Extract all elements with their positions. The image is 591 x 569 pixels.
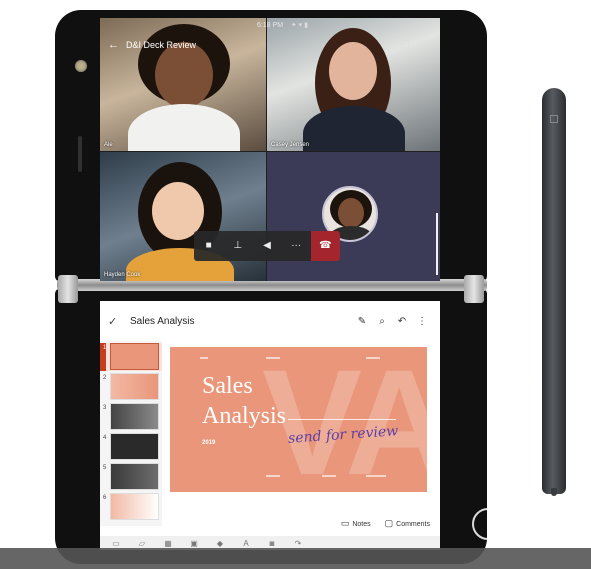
status-icons: ✦ ▾ ▮ xyxy=(290,22,308,29)
chat-icon[interactable]: ☐ xyxy=(396,40,414,51)
slide-thumbnail-panel: 1 2 3 4 5 6 + xyxy=(100,341,162,526)
more-icon[interactable]: ··· xyxy=(282,231,311,261)
thumbnail-image xyxy=(110,493,159,520)
slide-title-line: Sales xyxy=(202,373,253,399)
call-header: ← D&I Deck Review ☐ ⚇ xyxy=(100,32,440,58)
slide-deco-text xyxy=(366,357,380,359)
notes-label: Notes xyxy=(352,520,371,528)
slide-deco-text xyxy=(200,357,208,359)
back-arrow-icon[interactable]: ← xyxy=(108,39,122,51)
redo-icon[interactable]: ↷ xyxy=(292,539,304,548)
slide-number: 6 xyxy=(103,495,107,501)
folder-icon[interactable]: ▱ xyxy=(136,539,148,548)
ppt-header: ✓ Sales Analysis ✎ ⌕ ↶ ⋮ xyxy=(100,301,440,341)
microphone-icon[interactable]: ⊥ xyxy=(223,231,252,261)
video-tile-3[interactable]: Hayden Cook xyxy=(100,152,266,281)
hang-up-icon[interactable]: ☎ xyxy=(310,231,341,261)
notes-button[interactable]: ▭ Notes xyxy=(341,518,371,529)
meeting-title: D&I Deck Review xyxy=(126,40,197,50)
pen-logo xyxy=(550,115,558,123)
participant-name: Ale xyxy=(104,142,113,148)
bottom-shadow xyxy=(0,548,591,569)
textbox-icon[interactable]: A xyxy=(240,539,252,548)
speaker-icon[interactable]: ◀ xyxy=(252,231,281,261)
hinge-right-block xyxy=(464,275,484,303)
search-icon[interactable]: ⌕ xyxy=(372,316,392,327)
watermark-text: 极果 xyxy=(508,514,553,539)
pen-draw-icon[interactable]: ✎ xyxy=(352,316,372,327)
done-check-icon[interactable]: ✓ xyxy=(108,315,130,328)
side-button xyxy=(78,136,82,172)
participant-name: Casey Jensen xyxy=(271,142,310,148)
thumbnail-image xyxy=(110,433,159,460)
product-photo: Ale Casey Jensen Hayden Cook 6:18 PM ✦ ▾… xyxy=(0,0,591,569)
slide-thumbnail[interactable]: 5 xyxy=(100,463,162,491)
slide-thumbnail[interactable]: 3 xyxy=(100,403,162,431)
slide-actions: ▭ Notes ▢ Comments xyxy=(162,513,440,533)
comment-icon: ▢ xyxy=(384,517,394,528)
thumbnail-image xyxy=(110,373,159,400)
comments-label: Comments xyxy=(396,520,430,528)
slide-canvas[interactable]: VA Sales Analysis 2019 send for review xyxy=(170,347,427,492)
hinge-left-block xyxy=(58,275,78,303)
document-title: Sales Analysis xyxy=(130,315,195,327)
thumbnail-image xyxy=(110,463,159,490)
slide-number: 4 xyxy=(103,435,107,441)
body-shape xyxy=(128,104,240,151)
picture-icon[interactable]: ▣ xyxy=(188,539,200,548)
surface-pen xyxy=(542,88,566,494)
watermark: 极果 xyxy=(472,508,552,540)
slide-title: Sales Analysis xyxy=(202,371,286,431)
participants-icon[interactable]: ⚇ xyxy=(414,40,432,51)
powerpoint-screen: ✓ Sales Analysis ✎ ⌕ ↶ ⋮ 1 2 3 4 5 6 VA … xyxy=(100,301,440,550)
watermark-subtext: JIGUO.COM xyxy=(508,537,551,543)
slide-number: 5 xyxy=(103,465,107,471)
slide-number: 2 xyxy=(103,375,107,381)
undo-icon[interactable]: ↶ xyxy=(392,316,412,327)
slide-thumbnail[interactable]: 6 xyxy=(100,493,162,521)
slide-thumbnail[interactable]: 1 xyxy=(100,343,162,371)
slide-deco-text xyxy=(266,357,280,359)
shapes-icon[interactable]: ◆ xyxy=(214,539,226,548)
camera-icon[interactable]: ■ xyxy=(194,231,223,261)
table-icon[interactable]: ▦ xyxy=(162,539,174,548)
pen-tip xyxy=(551,488,557,496)
slide-thumbnail[interactable]: 4 xyxy=(100,433,162,461)
slide-thumbnail[interactable]: 2 xyxy=(100,373,162,401)
video-tile-4[interactable] xyxy=(267,152,440,281)
slide-number: 3 xyxy=(103,405,107,411)
slide-deco-text xyxy=(266,475,280,477)
thumbnail-image xyxy=(110,403,159,430)
face-shape xyxy=(338,198,364,228)
slide-year: 2019 xyxy=(202,440,216,446)
layout-icon[interactable]: ▭ xyxy=(110,539,122,548)
front-camera xyxy=(75,60,87,72)
camera-insert-icon[interactable]: ◙ xyxy=(266,539,278,548)
status-time: 6:18 PM xyxy=(256,21,284,29)
slide-deco-text xyxy=(322,475,336,477)
thumbnail-image xyxy=(110,343,159,370)
scroll-indicator xyxy=(436,213,438,275)
slide-divider xyxy=(288,419,396,420)
status-bar: 6:18 PM xyxy=(100,18,440,32)
comments-button[interactable]: ▢ Comments xyxy=(385,518,430,529)
slide-deco-text xyxy=(366,475,386,477)
notes-icon: ▭ xyxy=(340,517,350,528)
participant-name: Hayden Cook xyxy=(104,272,141,278)
call-controls: ■ ⊥ ◀ ··· ☎ xyxy=(194,231,341,261)
body-shape xyxy=(303,106,405,151)
watermark-logo-icon xyxy=(472,508,504,540)
slide-title-line: Analysis xyxy=(202,403,286,429)
teams-call-screen: Ale Casey Jensen Hayden Cook 6:18 PM ✦ ▾… xyxy=(100,18,440,281)
slide-number: 1 xyxy=(103,345,107,351)
more-options-icon[interactable]: ⋮ xyxy=(412,316,432,327)
